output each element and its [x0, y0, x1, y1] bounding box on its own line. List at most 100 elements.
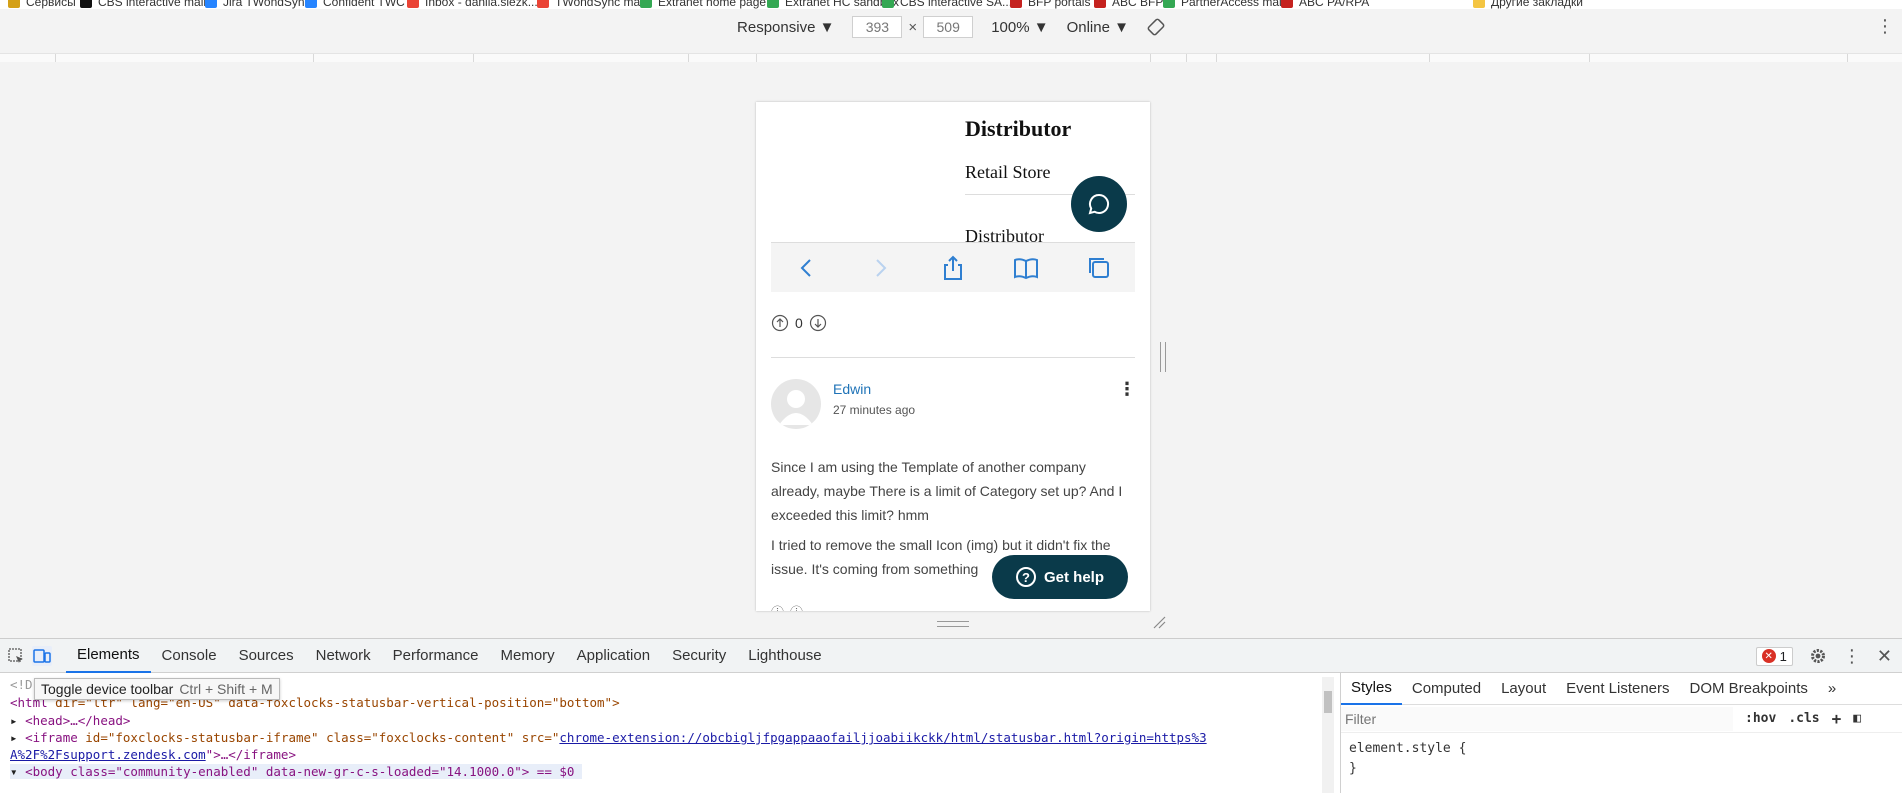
dom-scrollbar[interactable]	[1322, 677, 1334, 793]
bookmark-favicon-icon	[1094, 0, 1106, 8]
tab-elements[interactable]: Elements	[66, 639, 151, 673]
customize-menu-icon[interactable]: ⋮	[1843, 646, 1861, 667]
bookmark-item[interactable]: ABC PA/RPA	[1281, 0, 1369, 9]
tab-application[interactable]: Application	[566, 639, 661, 673]
bookmark-favicon-icon	[8, 0, 20, 8]
toggle-device-toolbar-icon[interactable]	[32, 645, 52, 666]
devtools-tabbar: Elements Console Sources Network Performance…	[0, 639, 1902, 673]
class-toggle[interactable]: .cls	[1788, 711, 1819, 726]
bookmark-item[interactable]: BFP portals	[1010, 0, 1090, 9]
comment-timestamp[interactable]: 27 minutes ago	[833, 403, 915, 417]
bookmark-favicon-icon	[1281, 0, 1293, 8]
bookmark-item[interactable]: CBS interactive main	[80, 0, 210, 9]
error-counter[interactable]: ✕ 1	[1755, 646, 1793, 666]
tabs-icon[interactable]	[1085, 254, 1113, 282]
error-count: 1	[1779, 648, 1787, 664]
bookmark-label: Extranet home page	[658, 0, 767, 9]
dom-head-line[interactable]: ▸ <head>…</head>	[10, 713, 130, 728]
width-input[interactable]: 393	[852, 16, 903, 38]
add-rule-icon[interactable]: +	[1832, 709, 1842, 728]
emulated-device-screen[interactable]: Distributor Retail Store Distributor 0 E…	[756, 102, 1150, 611]
hover-state-toggle[interactable]: :hov	[1745, 711, 1776, 726]
comment-paragraph: Since I am using the Template of another…	[771, 459, 1123, 523]
more-tabs-icon[interactable]: »	[1818, 673, 1846, 705]
bookmark-item[interactable]: Inbox - danila.slezk...	[407, 0, 538, 9]
styles-tab-dom-breakpoints[interactable]: DOM Breakpoints	[1680, 673, 1818, 705]
forward-icon[interactable]	[866, 254, 894, 282]
bookmark-item[interactable]: Jira TWondSync	[205, 0, 311, 9]
downvote-icon[interactable]: ⓘ	[790, 602, 803, 611]
back-icon[interactable]	[793, 254, 821, 282]
comment-menu-icon[interactable]: ⋮	[1118, 379, 1136, 399]
bookmark-favicon-icon	[305, 0, 317, 8]
dom-doctype-line[interactable]: <!D	[10, 677, 33, 692]
expand-arrow-icon[interactable]: ▸	[10, 713, 25, 728]
share-icon[interactable]	[939, 254, 967, 282]
dom-body-line[interactable]: ▾ <body class="community-enabled" data-n…	[10, 764, 583, 779]
bookmarks-icon[interactable]	[1012, 254, 1040, 282]
rotate-icon[interactable]	[1147, 18, 1165, 36]
dom-iframe-tag: <iframe	[25, 730, 78, 745]
resize-handle-right[interactable]	[1160, 342, 1166, 372]
get-help-button[interactable]: ? Get help	[992, 555, 1128, 599]
collapse-arrow-icon[interactable]: ▾	[10, 764, 25, 779]
chat-button[interactable]	[1071, 176, 1127, 232]
error-icon: ✕	[1761, 649, 1776, 663]
bookmark-item[interactable]: Другие закладки	[1473, 0, 1583, 9]
tab-security[interactable]: Security	[661, 639, 737, 673]
styles-tab-styles[interactable]: Styles	[1341, 673, 1402, 705]
bookmark-item[interactable]: PartnerAccess main	[1163, 0, 1288, 9]
element-style-rule[interactable]: element.style { }	[1341, 733, 1902, 785]
settings-gear-icon[interactable]	[1809, 647, 1827, 665]
resize-handle-bottom[interactable]	[937, 621, 969, 627]
dom-iframe-src-link[interactable]: chrome-extension://obcbigljfpgappaaofail…	[559, 730, 1206, 745]
toggle-sidebar-icon[interactable]: ◧	[1853, 711, 1861, 726]
tab-lighthouse[interactable]: Lighthouse	[737, 639, 832, 673]
dom-iframe-line-cont[interactable]: A%2F%2Fsupport.zendesk.com">…</iframe>	[10, 747, 296, 762]
avatar[interactable]	[771, 379, 821, 429]
bookmark-item[interactable]: Extranet home page	[640, 0, 766, 9]
network-throttle-select[interactable]: Online ▼	[1067, 19, 1129, 36]
styles-filter-row: :hov .cls + ◧	[1341, 705, 1902, 733]
bookmark-item[interactable]: CBS interactive SA...	[882, 0, 1012, 9]
chat-bubble-icon	[1088, 193, 1110, 215]
expand-arrow-icon[interactable]: ▸	[10, 730, 25, 745]
bookmark-item[interactable]: Extranet HC sandbox	[767, 0, 899, 9]
downvote-icon[interactable]	[809, 314, 827, 332]
bookmark-item[interactable]: Confident TWC	[305, 0, 405, 9]
resize-corner-icon[interactable]	[1152, 615, 1166, 629]
tab-sources[interactable]: Sources	[228, 639, 305, 673]
tab-memory[interactable]: Memory	[490, 639, 566, 673]
comment-author-link[interactable]: Edwin	[833, 381, 871, 397]
device-select[interactable]: Responsive ▼	[737, 19, 834, 36]
tab-network[interactable]: Network	[305, 639, 382, 673]
styles-filter-input[interactable]	[1341, 706, 1733, 731]
dom-iframe-line[interactable]: ▸ <iframe id="foxclocks-statusbar-iframe…	[10, 730, 1207, 745]
comment-divider	[771, 357, 1135, 358]
styles-tab-event-listeners[interactable]: Event Listeners	[1556, 673, 1679, 705]
upvote-icon[interactable]: ⓘ	[771, 602, 784, 611]
styles-tabs: Styles Computed Layout Event Listeners DOM B…	[1341, 673, 1902, 705]
bookmark-item[interactable]: Сервисы	[8, 0, 76, 9]
bookmark-item[interactable]: TWondSync mail	[537, 0, 645, 9]
devtools-tabs: Elements Console Sources Network Performance…	[66, 639, 833, 673]
dom-body-text: <body class="community-enabled" data-new…	[25, 764, 575, 779]
tab-console[interactable]: Console	[151, 639, 228, 673]
upvote-icon[interactable]	[771, 314, 789, 332]
styles-tab-layout[interactable]: Layout	[1491, 673, 1556, 705]
bookmark-item[interactable]: ABC BFP	[1094, 0, 1163, 9]
style-rule-close: }	[1349, 761, 1357, 776]
bookmarks-bar: Сервисы CBS interactive main Jira TWondSyn…	[0, 0, 1902, 9]
close-devtools-icon[interactable]: ✕	[1877, 646, 1892, 667]
dom-iframe-src-link-cont[interactable]: A%2F%2Fsupport.zendesk.com	[10, 747, 206, 762]
height-input[interactable]: 509	[923, 16, 974, 38]
more-options-icon[interactable]: ⋮	[1876, 17, 1894, 35]
bookmark-favicon-icon	[407, 0, 419, 8]
inspect-element-icon[interactable]	[6, 646, 26, 666]
zoom-select[interactable]: 100% ▼	[991, 19, 1048, 36]
bookmark-label: PartnerAccess main	[1181, 0, 1289, 9]
devtools-right-controls: ✕ 1 ⋮ ✕	[1755, 639, 1902, 673]
tab-performance[interactable]: Performance	[382, 639, 490, 673]
bookmark-label: Сервисы	[26, 0, 76, 9]
styles-tab-computed[interactable]: Computed	[1402, 673, 1491, 705]
